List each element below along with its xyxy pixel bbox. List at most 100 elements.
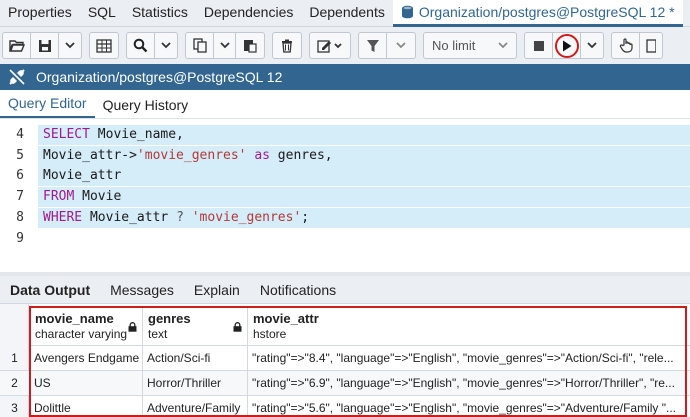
lock-icon xyxy=(128,322,137,332)
table-cell[interactable]: Adventure/Family xyxy=(143,396,248,417)
document-icon xyxy=(646,38,656,53)
row-number[interactable]: 3 xyxy=(0,396,29,417)
code-line-text: Movie_attr->'movie_genres' as genres, xyxy=(38,148,333,163)
table-cell[interactable]: "rating"=>"6.9", "language"=>"English", … xyxy=(248,371,690,396)
chevron-down-icon xyxy=(587,42,597,49)
column-name: movie_name xyxy=(35,311,114,326)
copy-button[interactable] xyxy=(186,33,214,58)
sql-token: Movie xyxy=(74,189,122,205)
limit-select[interactable]: No limit xyxy=(424,33,516,58)
tab-messages[interactable]: Messages xyxy=(100,282,184,298)
code-line[interactable]: FROM Movie xyxy=(38,187,690,208)
find-button[interactable] xyxy=(127,33,155,58)
sql-token: Movie_attr xyxy=(43,168,122,184)
hand-button[interactable] xyxy=(612,33,640,58)
sql-token: Movie_attr xyxy=(82,209,177,225)
open-file-button[interactable] xyxy=(3,33,31,58)
column-header-movie-attr[interactable]: movie_attr hstore xyxy=(248,308,690,346)
line-number: 5 xyxy=(16,147,24,163)
paste-button[interactable] xyxy=(236,33,264,58)
code-area[interactable]: SELECT Movie_name, Movie_attr->'movie_gen… xyxy=(38,124,690,272)
code-line-text: WHERE Movie_attr ? 'movie_genres'; xyxy=(38,210,309,225)
code-line[interactable] xyxy=(38,229,43,249)
grid-group xyxy=(89,32,119,59)
table-cell[interactable]: "rating"=>"5.6", "language"=>"English", … xyxy=(248,396,690,417)
tab-statistics[interactable]: Statistics xyxy=(124,0,196,27)
line-number: 4 xyxy=(16,127,24,142)
table-cell[interactable]: "rating"=>"8.4", "language"=>"English", … xyxy=(248,346,690,371)
sql-token: Movie_name, xyxy=(89,127,184,142)
table-cell[interactable]: Action/Sci-fi xyxy=(143,346,248,371)
edit-icon xyxy=(317,39,342,53)
save-dropdown-button[interactable] xyxy=(59,33,81,58)
save-icon xyxy=(38,39,51,52)
connection-icon[interactable] xyxy=(8,68,26,86)
tab-query-history[interactable]: Query History xyxy=(95,97,197,118)
tab-sql[interactable]: SQL xyxy=(80,0,124,27)
query-toolbar: No limit xyxy=(0,27,690,64)
find-group xyxy=(126,32,178,59)
result-tab-bar: Data Output Messages Explain Notificatio… xyxy=(0,276,690,304)
table-cell[interactable]: US xyxy=(30,371,143,396)
code-line[interactable]: WHERE Movie_attr ? 'movie_genres'; xyxy=(38,207,690,228)
table-cell[interactable]: Dolittle xyxy=(30,396,143,417)
code-line-text: SELECT Movie_name, xyxy=(38,127,184,142)
stop-button[interactable] xyxy=(525,33,553,58)
code-line[interactable]: SELECT Movie_name, xyxy=(38,125,690,145)
execute-dropdown-button[interactable] xyxy=(581,33,603,58)
filter-dropdown-button[interactable] xyxy=(387,33,415,58)
sql-editor[interactable]: 456789 SELECT Movie_name, Movie_attr->'mo… xyxy=(0,124,690,272)
search-icon xyxy=(133,38,148,53)
tab-properties[interactable]: Properties xyxy=(0,0,80,27)
save-button[interactable] xyxy=(31,33,59,58)
sql-keyword: SELECT xyxy=(43,127,90,142)
table-cell[interactable]: Avengers Endgame xyxy=(30,346,143,371)
code-line[interactable]: Movie_attr->'movie_genres' as genres, xyxy=(38,145,690,166)
stop-icon xyxy=(533,40,544,51)
database-icon xyxy=(401,5,413,18)
edit-grid-button[interactable] xyxy=(90,33,118,58)
table-cell[interactable]: Horror/Thriller xyxy=(143,371,248,396)
column-header-genres[interactable]: genres text xyxy=(143,308,248,346)
column-name: movie_attr xyxy=(253,311,319,326)
tab-dependents[interactable]: Dependents xyxy=(301,0,393,27)
trash-icon xyxy=(282,39,292,53)
tab-notifications[interactable]: Notifications xyxy=(250,282,346,298)
hand-pointer-icon xyxy=(619,38,633,53)
sql-string: 'movie_genres' xyxy=(136,147,247,163)
find-dropdown-button[interactable] xyxy=(155,33,177,58)
tab-query-editor[interactable]: Query Editor xyxy=(0,95,95,118)
tab-explain[interactable]: Explain xyxy=(184,282,250,298)
sql-token: Movie_attr-> xyxy=(43,147,137,163)
line-gutter: 4 5 6 7 8 9 xyxy=(0,124,38,272)
filter-button[interactable] xyxy=(359,33,387,58)
tab-dependencies[interactable]: Dependencies xyxy=(196,0,302,27)
tab-query-tool[interactable]: Organization/postgres@PostgreSQL 12 * xyxy=(392,0,683,27)
commit-button[interactable] xyxy=(640,33,662,58)
filter-icon xyxy=(366,39,379,52)
row-number[interactable]: 1 xyxy=(0,346,29,371)
delete-rows-button[interactable] xyxy=(273,33,301,58)
row-number[interactable]: 2 xyxy=(0,371,29,396)
code-line[interactable]: Movie_attr xyxy=(38,166,690,187)
column-type: text xyxy=(148,327,168,341)
file-group xyxy=(2,32,82,59)
line-number: 7 xyxy=(16,189,24,205)
column-header-movie-name[interactable]: movie_name character varying xyxy=(30,308,143,346)
line-number: 8 xyxy=(16,209,24,225)
folder-open-icon xyxy=(8,40,25,52)
copy-dropdown-button[interactable] xyxy=(214,33,236,58)
execute-group xyxy=(524,32,604,59)
sql-keyword: FROM xyxy=(43,189,75,205)
tab-data-output[interactable]: Data Output xyxy=(0,282,100,298)
execute-button[interactable] xyxy=(553,33,581,58)
clipboard-group xyxy=(185,32,265,59)
column-name: genres xyxy=(148,311,191,326)
sql-token: ; xyxy=(301,209,310,225)
edit-menu-button[interactable] xyxy=(310,33,350,58)
chevron-down-icon xyxy=(219,42,230,49)
chevron-down-icon xyxy=(396,42,406,49)
sql-keyword: as xyxy=(254,147,270,163)
editor-tab-bar: Query Editor Query History xyxy=(0,90,690,119)
